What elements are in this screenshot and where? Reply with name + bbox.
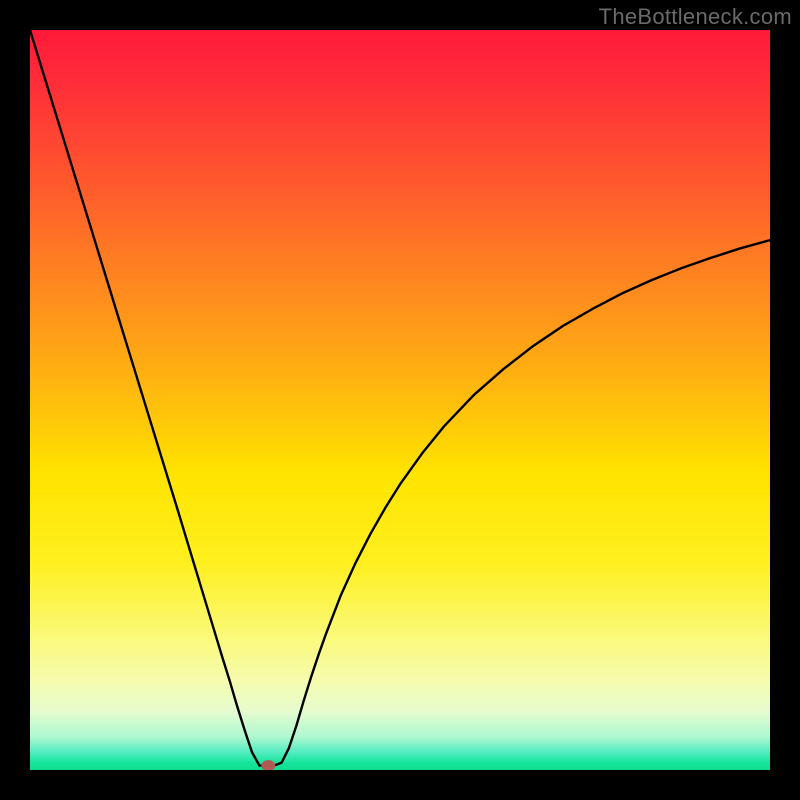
optimal-point-marker — [261, 760, 275, 770]
chart-svg — [30, 30, 770, 770]
watermark-text: TheBottleneck.com — [599, 4, 792, 30]
bottleneck-curve — [30, 30, 770, 766]
chart-frame: TheBottleneck.com — [0, 0, 800, 800]
plot-area — [30, 30, 770, 770]
